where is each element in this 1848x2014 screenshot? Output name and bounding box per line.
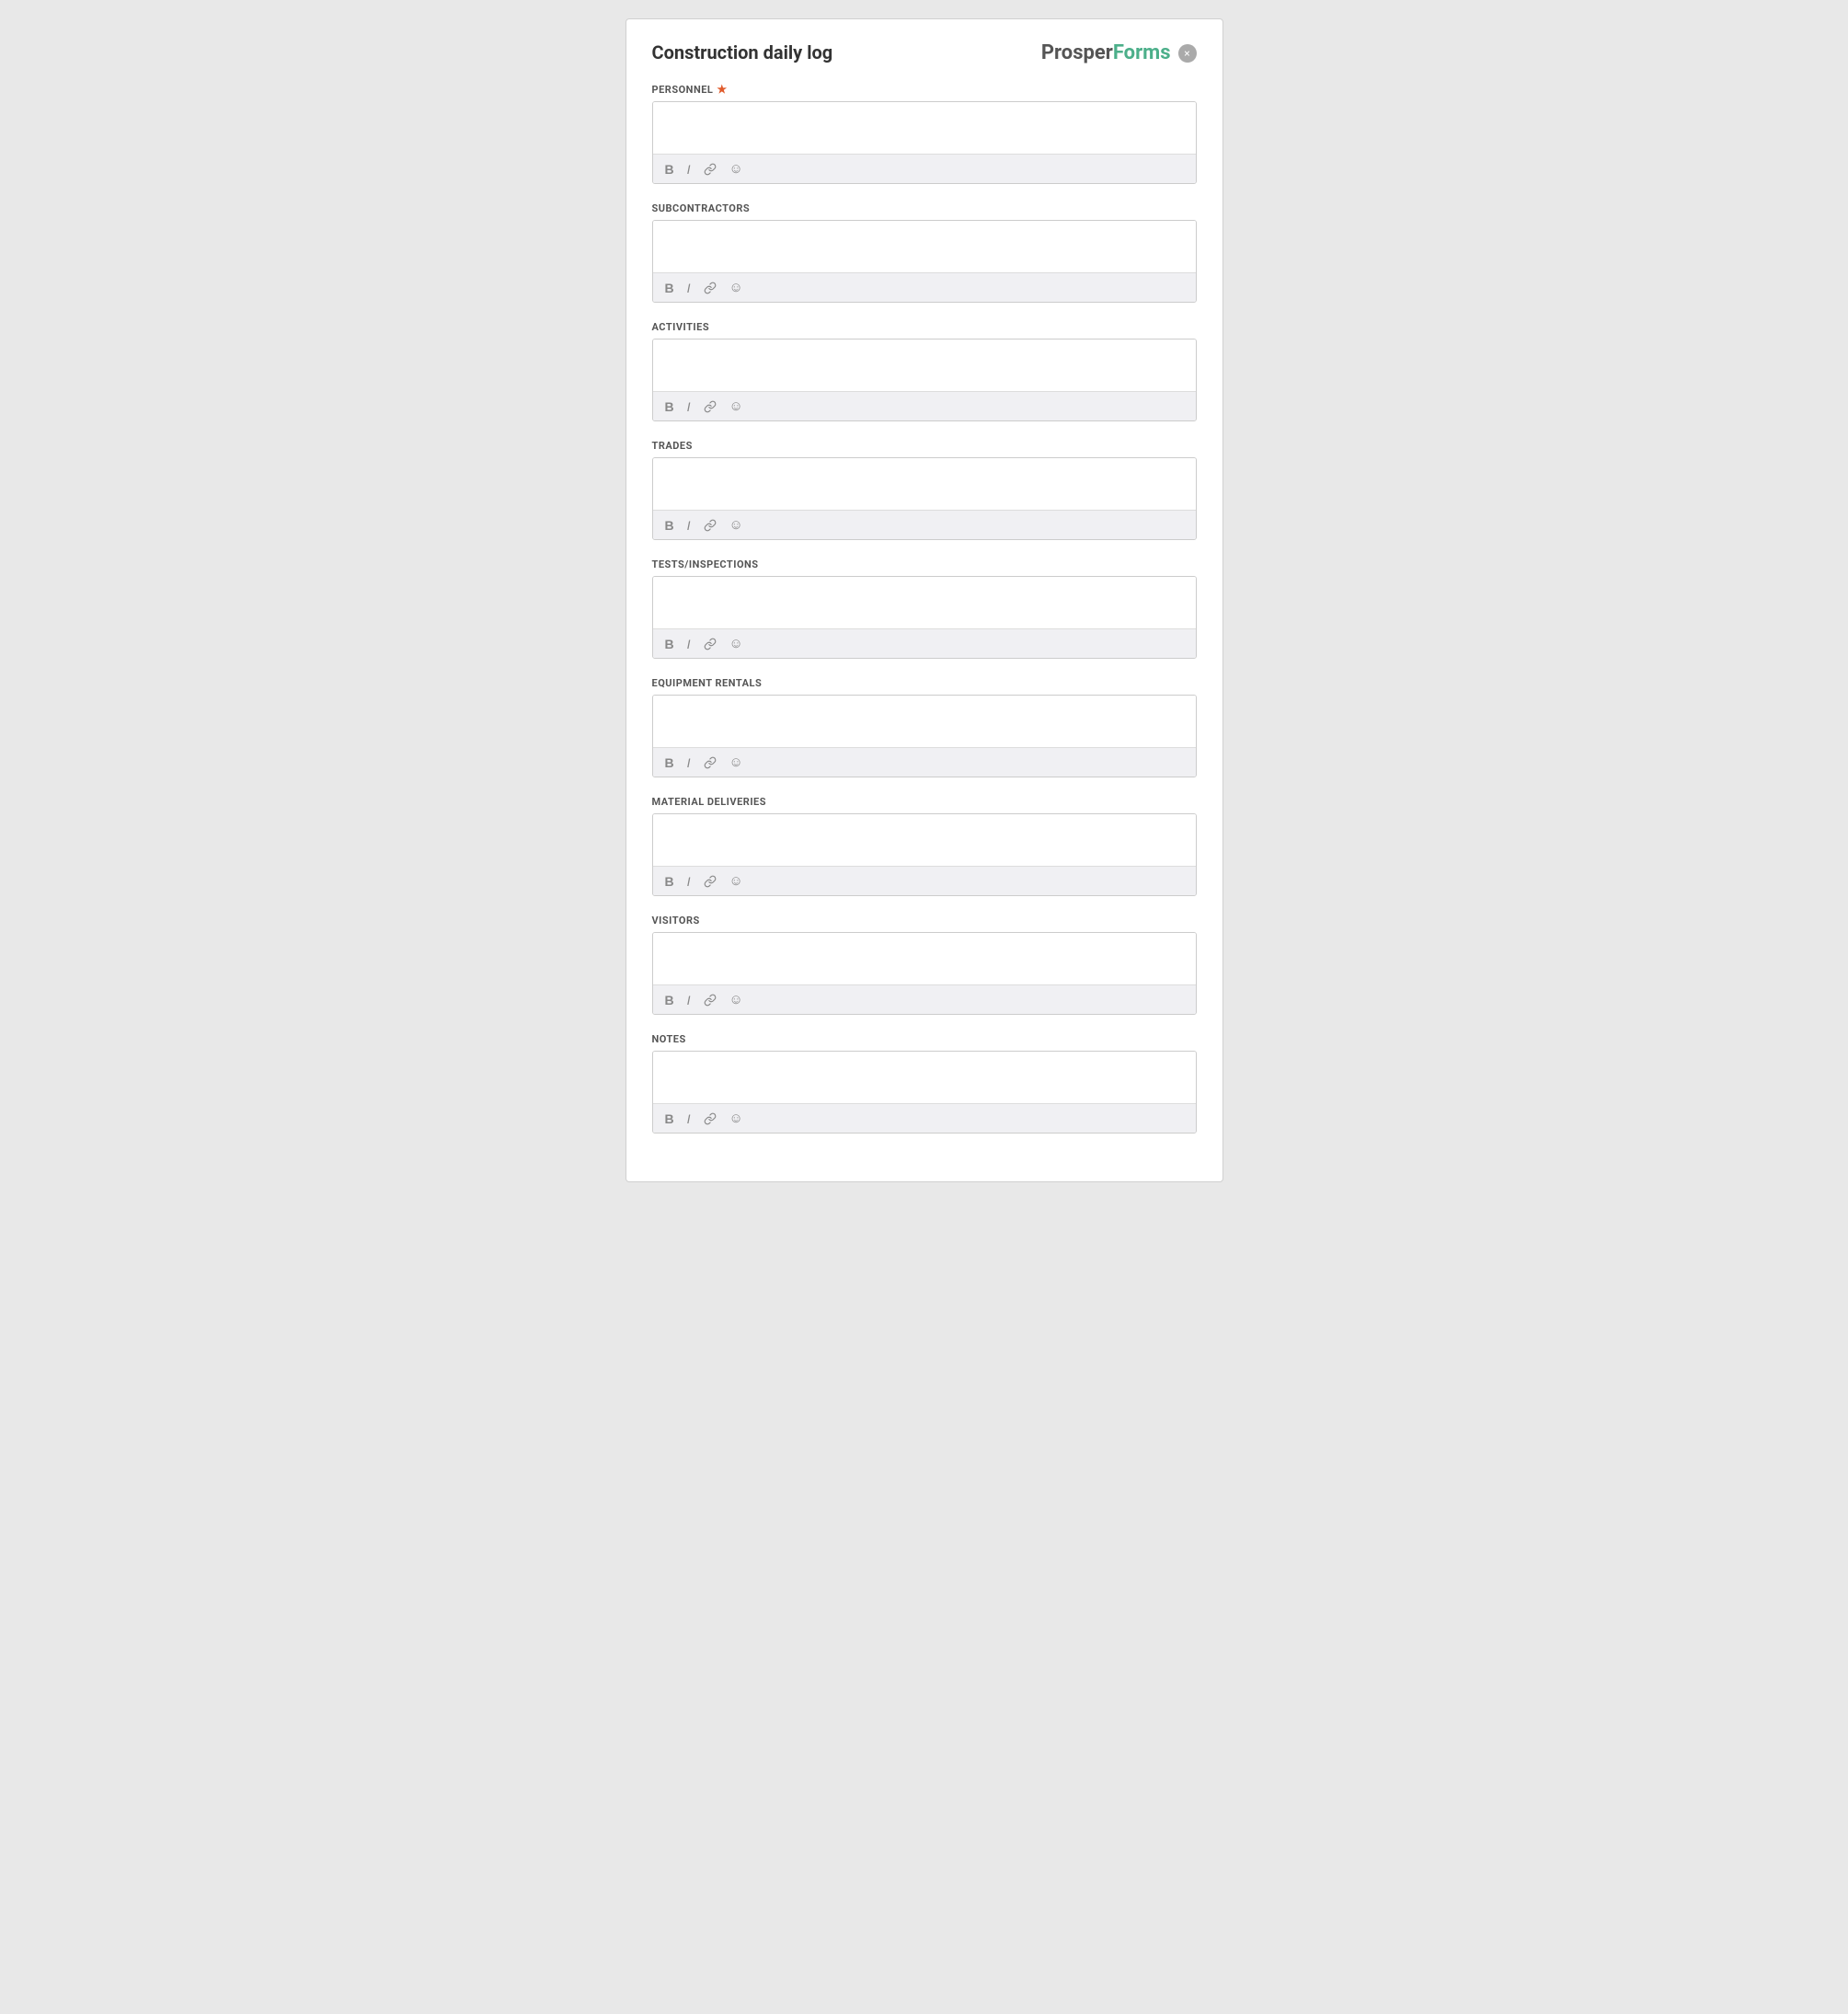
editor-input-subcontractors[interactable]: [653, 221, 1196, 269]
field-group-visitors: VISITORS BI ☺: [652, 915, 1197, 1015]
editor-input-notes[interactable]: [653, 1052, 1196, 1099]
field-group-tests-inspections: TESTS/INSPECTIONS BI ☺: [652, 558, 1197, 659]
bold-button[interactable]: B: [662, 160, 677, 178]
editor-toolbar-subcontractors: BI ☺: [653, 272, 1196, 302]
required-indicator: ★: [717, 83, 727, 96]
field-group-subcontractors: SUBCONTRACTORS BI ☺: [652, 202, 1197, 303]
editor-input-tests-inspections[interactable]: [653, 577, 1196, 625]
field-label-personnel: PERSONNEL★: [652, 83, 1197, 96]
editor-wrapper-subcontractors: BI ☺: [652, 220, 1197, 303]
editor-toolbar-material-deliveries: BI ☺: [653, 866, 1196, 895]
close-button[interactable]: ×: [1178, 44, 1197, 63]
brand-forms: Forms: [1113, 41, 1171, 64]
bold-button[interactable]: B: [662, 754, 677, 772]
field-group-trades: TRADES BI ☺: [652, 440, 1197, 540]
bold-button[interactable]: B: [662, 1110, 677, 1128]
link-button[interactable]: [701, 636, 719, 652]
italic-button[interactable]: I: [684, 635, 694, 653]
field-label-notes: NOTES: [652, 1033, 1197, 1045]
editor-toolbar-trades: BI ☺: [653, 510, 1196, 539]
field-label-material-deliveries: MATERIAL DELIVERIES: [652, 796, 1197, 808]
fields-container: PERSONNEL★BI☺SUBCONTRACTORSBI☺ACTIVITIES…: [652, 83, 1197, 1134]
link-button[interactable]: [701, 992, 719, 1008]
editor-wrapper-trades: BI ☺: [652, 457, 1197, 540]
emoji-button[interactable]: ☺: [727, 159, 746, 178]
editor-wrapper-tests-inspections: BI ☺: [652, 576, 1197, 659]
editor-input-activities[interactable]: [653, 340, 1196, 387]
italic-button[interactable]: I: [684, 991, 694, 1009]
editor-wrapper-notes: BI ☺: [652, 1051, 1197, 1134]
italic-button[interactable]: I: [684, 279, 694, 297]
editor-input-visitors[interactable]: [653, 933, 1196, 981]
link-button[interactable]: [701, 398, 719, 415]
editor-wrapper-material-deliveries: BI ☺: [652, 813, 1197, 896]
emoji-button[interactable]: ☺: [727, 753, 746, 772]
editor-toolbar-tests-inspections: BI ☺: [653, 628, 1196, 658]
header-right: ProsperForms ×: [1041, 41, 1197, 64]
emoji-button[interactable]: ☺: [727, 990, 746, 1009]
italic-button[interactable]: I: [684, 397, 694, 416]
italic-button[interactable]: I: [684, 160, 694, 178]
editor-toolbar-equipment-rentals: BI ☺: [653, 747, 1196, 777]
field-group-activities: ACTIVITIES BI ☺: [652, 321, 1197, 421]
form-container: Construction daily log ProsperForms × PE…: [626, 18, 1223, 1182]
bold-button[interactable]: B: [662, 279, 677, 297]
link-button[interactable]: [701, 873, 719, 890]
editor-toolbar-activities: BI ☺: [653, 391, 1196, 420]
emoji-button[interactable]: ☺: [727, 1109, 746, 1128]
editor-wrapper-personnel: BI ☺: [652, 101, 1197, 184]
field-group-personnel: PERSONNEL★ BI ☺: [652, 83, 1197, 184]
editor-input-equipment-rentals[interactable]: [653, 696, 1196, 743]
editor-toolbar-personnel: BI ☺: [653, 154, 1196, 183]
field-group-material-deliveries: MATERIAL DELIVERIES BI ☺: [652, 796, 1197, 896]
italic-button[interactable]: I: [684, 1110, 694, 1128]
link-button[interactable]: [701, 754, 719, 771]
link-button[interactable]: [701, 161, 719, 178]
bold-button[interactable]: B: [662, 516, 677, 535]
link-button[interactable]: [701, 280, 719, 296]
italic-button[interactable]: I: [684, 754, 694, 772]
link-button[interactable]: [701, 1111, 719, 1127]
field-label-tests-inspections: TESTS/INSPECTIONS: [652, 558, 1197, 570]
form-header: Construction daily log ProsperForms ×: [652, 41, 1197, 64]
editor-input-material-deliveries[interactable]: [653, 814, 1196, 862]
italic-button[interactable]: I: [684, 516, 694, 535]
field-label-activities: ACTIVITIES: [652, 321, 1197, 333]
emoji-button[interactable]: ☺: [727, 397, 746, 416]
editor-wrapper-visitors: BI ☺: [652, 932, 1197, 1015]
emoji-button[interactable]: ☺: [727, 871, 746, 891]
editor-toolbar-notes: BI ☺: [653, 1103, 1196, 1133]
editor-toolbar-visitors: BI ☺: [653, 984, 1196, 1014]
emoji-button[interactable]: ☺: [727, 634, 746, 653]
bold-button[interactable]: B: [662, 635, 677, 653]
bold-button[interactable]: B: [662, 991, 677, 1009]
editor-input-trades[interactable]: [653, 458, 1196, 506]
field-group-notes: NOTES BI ☺: [652, 1033, 1197, 1134]
brand-logo: ProsperForms: [1041, 41, 1171, 64]
field-label-subcontractors: SUBCONTRACTORS: [652, 202, 1197, 214]
editor-wrapper-activities: BI ☺: [652, 339, 1197, 421]
editor-input-personnel[interactable]: [653, 102, 1196, 150]
editor-wrapper-equipment-rentals: BI ☺: [652, 695, 1197, 777]
field-label-equipment-rentals: EQUIPMENT RENTALS: [652, 677, 1197, 689]
emoji-button[interactable]: ☺: [727, 278, 746, 297]
bold-button[interactable]: B: [662, 872, 677, 891]
italic-button[interactable]: I: [684, 872, 694, 891]
link-button[interactable]: [701, 517, 719, 534]
field-label-trades: TRADES: [652, 440, 1197, 452]
field-label-visitors: VISITORS: [652, 915, 1197, 926]
bold-button[interactable]: B: [662, 397, 677, 416]
field-group-equipment-rentals: EQUIPMENT RENTALS BI ☺: [652, 677, 1197, 777]
form-title: Construction daily log: [652, 41, 833, 63]
emoji-button[interactable]: ☺: [727, 515, 746, 535]
brand-prosper: Prosper: [1041, 41, 1113, 64]
